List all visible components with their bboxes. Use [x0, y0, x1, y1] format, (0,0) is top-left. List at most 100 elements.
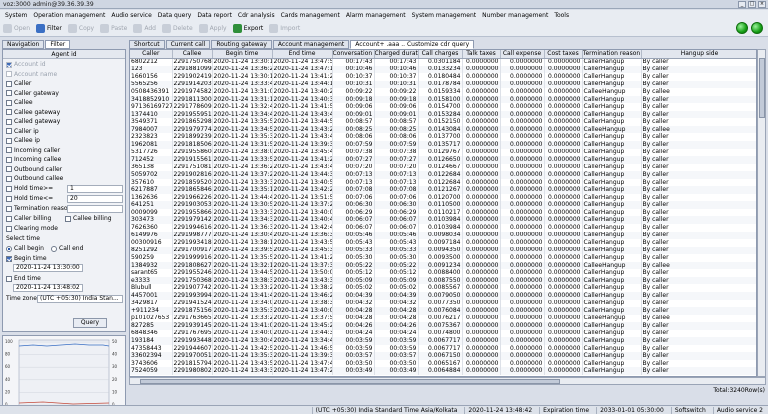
- callee-ip-checkbox[interactable]: [6, 137, 12, 144]
- paste-button[interactable]: Paste: [100, 24, 127, 33]
- end-time-input[interactable]: 2020-11-24 13:48:02: [13, 284, 83, 292]
- tab-4[interactable]: Account+ .aaa .. Customize cdr query: [350, 40, 475, 49]
- table-row[interactable]: 1660156 22919024199 2020-11-24 13:30:14 202…: [130, 73, 756, 81]
- tab-filter[interactable]: Filter: [45, 40, 71, 49]
- table-row[interactable]: 1962081 22918185063 2020-11-24 13:31:59 202…: [130, 141, 756, 149]
- column-header[interactable]: Call charges: [418, 50, 463, 59]
- column-header[interactable]: Conversation time: [332, 50, 375, 59]
- filter-button[interactable]: Filter: [36, 24, 62, 33]
- table-row[interactable]: 3418852910 22918113002 2020-11-24 13:31:17…: [130, 95, 756, 104]
- open-button[interactable]: Open: [3, 24, 30, 33]
- hold-le-input[interactable]: 20: [67, 195, 123, 203]
- menu-item-system[interactable]: System: [2, 12, 30, 19]
- column-header[interactable]: Hangup side: [641, 50, 756, 59]
- close-button[interactable]: ×: [758, 1, 766, 8]
- column-header[interactable]: Talk taxes: [462, 50, 501, 59]
- hold-le-checkbox[interactable]: [6, 195, 12, 202]
- maximize-button[interactable]: □: [748, 1, 756, 8]
- table-row[interactable]: 590259 22919999163 2020-11-24 13:35:54 2020…: [130, 254, 756, 262]
- delete-button[interactable]: Delete: [161, 24, 193, 33]
- export-button[interactable]: Export: [232, 24, 263, 33]
- callee-checkbox[interactable]: [6, 99, 12, 106]
- apply-button[interactable]: Apply: [198, 24, 227, 33]
- scroll-thumb[interactable]: [759, 58, 765, 118]
- outbound-callee-checkbox[interactable]: [6, 175, 12, 182]
- column-header[interactable]: Begin time: [212, 50, 273, 59]
- query-button[interactable]: Query: [73, 318, 107, 328]
- table-row[interactable]: 7626360 22919946165 2020-11-24 13:36:39 202…: [130, 224, 756, 232]
- table-row[interactable]: 303473 22919791427 2020-11-24 13:34:35 2020…: [130, 216, 756, 225]
- table-row[interactable]: 4457001 22919939949 2020-11-24 13:41:42 202…: [130, 291, 756, 300]
- clearing-mode-checkbox[interactable]: [6, 225, 12, 232]
- table-row[interactable]: 827285 22919391450 2020-11-24 13:41:03 2020…: [130, 322, 756, 330]
- table-row[interactable]: 6149976 22919987779 2020-11-24 13:30:47 202…: [130, 231, 756, 240]
- table-row[interactable]: 123 22918810994 2020-11-24 13:36:24 2020-11…: [130, 65, 756, 74]
- menu-item-number-management[interactable]: Number management: [479, 12, 551, 19]
- begin-time-input[interactable]: 2020-11-24 13:30:00: [13, 264, 83, 272]
- incoming-caller-checkbox[interactable]: [6, 147, 12, 153]
- menu-item-data-report[interactable]: Data report: [194, 12, 235, 19]
- table-row[interactable]: sarant65 22919552461 2020-11-24 13:44:53 20…: [130, 269, 756, 277]
- hold-ge-input[interactable]: 1: [67, 185, 123, 193]
- scroll-thumb[interactable]: [140, 379, 560, 384]
- column-header[interactable]: Termination reason: [582, 50, 642, 59]
- outbound-caller-checkbox[interactable]: [6, 166, 12, 172]
- table-row[interactable]: 2323823 22918992395 2020-11-24 13:35:35 202…: [130, 133, 756, 142]
- table-row[interactable]: 7524059 22919808027 2020-11-24 13:43:36 202…: [130, 367, 756, 375]
- callee-gateway-checkbox[interactable]: [6, 109, 12, 115]
- horizontal-scrollbar[interactable]: [129, 377, 766, 385]
- table-row[interactable]: 1374410 22919559512 2020-11-24 13:34:45 202…: [130, 110, 756, 119]
- column-header[interactable]: Call expense: [500, 50, 545, 59]
- account-name-checkbox[interactable]: [6, 71, 12, 77]
- column-header[interactable]: Caller: [130, 50, 173, 59]
- menu-item-tools[interactable]: Tools: [551, 12, 572, 19]
- called-gateway-checkbox[interactable]: [6, 118, 12, 125]
- menu-item-alarm-management[interactable]: Alarm management: [343, 12, 409, 19]
- table-row[interactable]: +911234 22918751568 2020-11-24 13:35:33 202…: [130, 307, 756, 315]
- table-row[interactable]: 3743606 22918157940 2020-11-24 13:43:53 202…: [130, 359, 756, 368]
- table-row[interactable]: 0508436391 22919745823 2020-11-24 13:31:03…: [130, 88, 756, 96]
- termination-select[interactable]: [67, 205, 123, 213]
- menu-item-cdr-analysis[interactable]: Cdr analysis: [235, 12, 278, 19]
- column-header[interactable]: Charged duration: [374, 50, 419, 59]
- tab-3[interactable]: Account management: [272, 40, 350, 49]
- incoming-callee-checkbox[interactable]: [6, 156, 12, 163]
- vertical-scrollbar[interactable]: [757, 49, 766, 377]
- menu-item-cards-management[interactable]: Cards management: [278, 12, 343, 19]
- tab-navigation[interactable]: Navigation: [2, 40, 45, 49]
- table-row[interactable]: 5317726 22919558604 2020-11-24 13:38:07 202…: [130, 148, 756, 157]
- tab-2[interactable]: Routing gateway: [211, 40, 272, 49]
- caller-ip-checkbox[interactable]: [6, 128, 12, 134]
- minimize-button[interactable]: _: [738, 1, 746, 8]
- caller-gateway-checkbox[interactable]: [6, 90, 12, 96]
- menu-item-data-query[interactable]: Data query: [155, 12, 195, 19]
- table-row[interactable]: 6217887 22918658465 2020-11-24 13:35:14 202…: [130, 186, 756, 194]
- menu-item-operation-management[interactable]: Operation management: [30, 12, 108, 19]
- termination-checkbox[interactable]: [6, 205, 12, 212]
- caller-billing-checkbox[interactable]: [6, 215, 12, 222]
- account-id-checkbox[interactable]: [6, 61, 12, 68]
- table-row[interactable]: p101027653 22917636650 2020-11-24 13:33:25…: [130, 314, 756, 323]
- call-begin-radio[interactable]: [6, 245, 12, 252]
- table-row[interactable]: 3429817 22919415246 2020-11-24 13:34:06 202…: [130, 299, 756, 308]
- menu-item-audio-service[interactable]: Audio service: [108, 12, 154, 19]
- table-row[interactable]: 5059702 22919028168 2020-11-24 13:37:26 202…: [130, 171, 756, 179]
- tab-0[interactable]: Shortcut: [129, 40, 165, 49]
- tab-1[interactable]: Current call: [165, 40, 211, 49]
- menu-item-system-management[interactable]: System management: [409, 12, 479, 19]
- copy-button[interactable]: Copy: [67, 24, 94, 33]
- table-row[interactable]: 712452 22919155611 2020-11-24 13:33:54 2020…: [130, 156, 756, 164]
- table-row[interactable]: 1362636 22919662266 2020-11-24 13:44:44 202…: [130, 193, 756, 202]
- table-row[interactable]: 97136169727 22917786091 2020-11-24 13:32:4…: [130, 103, 756, 111]
- callee-billing-checkbox[interactable]: [65, 215, 71, 222]
- hold-ge-checkbox[interactable]: [6, 185, 12, 192]
- column-header[interactable]: Callee: [172, 50, 213, 59]
- table-row[interactable]: 357610 22918595205 2020-11-24 13:33:38 2020…: [130, 178, 756, 187]
- table-row[interactable]: 47358443 22919446070 2020-11-24 13:42:57 20…: [130, 344, 756, 353]
- table-row[interactable]: e3333 22917503684 2020-11-24 13:38:30 2020-…: [130, 276, 756, 285]
- begin-time-checkbox[interactable]: [6, 255, 12, 262]
- timezone-select[interactable]: (UTC +05:30) India Stan...: [37, 295, 123, 303]
- table-row[interactable]: 33602394 22919700510 2020-11-24 13:35:32 20…: [130, 352, 756, 360]
- table-row[interactable]: 8251292 22917009172 2020-11-24 13:39:58 202…: [130, 246, 756, 255]
- table-row[interactable]: Blubull 22919077421 2020-11-24 13:33:25 202…: [130, 284, 756, 292]
